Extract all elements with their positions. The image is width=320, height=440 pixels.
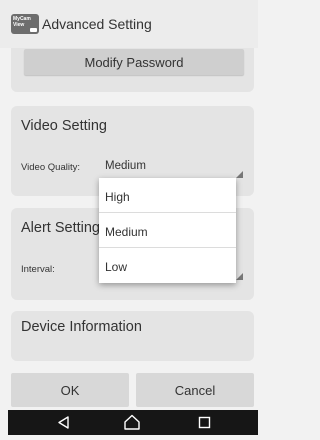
back-icon[interactable] xyxy=(44,410,84,435)
recents-icon[interactable] xyxy=(185,410,225,435)
device-information-card[interactable]: Device Information xyxy=(11,311,254,361)
video-quality-dropdown: High Medium Low xyxy=(99,178,236,283)
cancel-button[interactable]: Cancel xyxy=(136,373,254,407)
system-navigation-bar xyxy=(8,410,258,435)
video-quality-label: Video Quality: xyxy=(21,162,80,173)
page-title: Advanced Setting xyxy=(42,16,152,32)
device-information-title: Device Information xyxy=(21,319,142,335)
modify-password-button[interactable]: Modify Password xyxy=(24,49,244,75)
camera-icon xyxy=(30,28,37,32)
spinner-arrow-icon xyxy=(236,273,243,280)
video-quality-spinner[interactable]: Medium xyxy=(101,156,246,180)
ok-button[interactable]: OK xyxy=(11,373,129,407)
video-quality-value: Medium xyxy=(105,160,146,172)
spinner-arrow-icon xyxy=(236,171,243,178)
video-setting-title: Video Setting xyxy=(21,118,107,134)
alert-setting-title: Alert Setting xyxy=(21,220,100,236)
dropdown-option-high[interactable]: High xyxy=(99,178,236,213)
dropdown-option-medium[interactable]: Medium xyxy=(99,213,236,248)
app-logo-icon: MyCam View xyxy=(11,14,39,34)
title-bar: MyCam View Advanced Setting xyxy=(0,0,258,48)
dropdown-option-low[interactable]: Low xyxy=(99,248,236,283)
interval-label: Interval: xyxy=(21,264,55,275)
home-icon[interactable] xyxy=(112,410,152,435)
